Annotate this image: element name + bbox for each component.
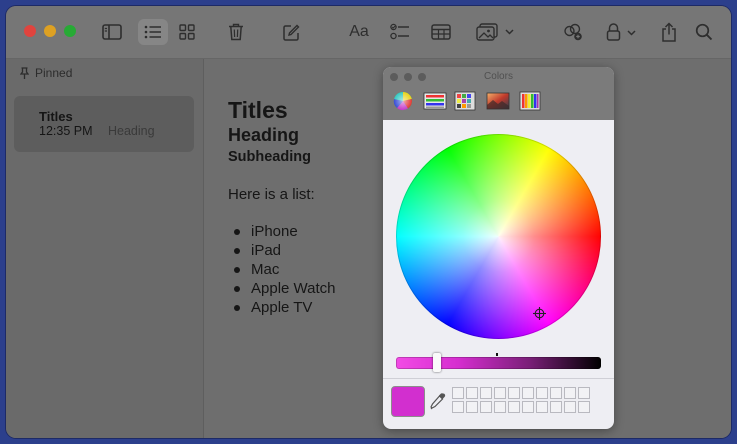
eyedropper-icon[interactable] <box>429 391 447 411</box>
gallery-view-icon <box>179 24 195 40</box>
gallery-view-button[interactable] <box>175 19 199 45</box>
pin-icon <box>20 67 29 79</box>
swatch-cell[interactable] <box>522 387 534 399</box>
pencils-tab[interactable] <box>519 91 541 111</box>
pinned-label: Pinned <box>35 66 73 80</box>
swatch-cell[interactable] <box>536 387 548 399</box>
image-palettes-tab[interactable] <box>486 91 510 111</box>
toolbar: Aa <box>6 6 731 59</box>
swatch-cell[interactable] <box>550 401 562 413</box>
close-window-button[interactable] <box>24 25 36 37</box>
swatch-cell[interactable] <box>508 387 520 399</box>
media-icon <box>476 23 514 41</box>
color-wheel[interactable] <box>396 134 601 339</box>
swatch-cell[interactable] <box>522 401 534 413</box>
swatch-cell[interactable] <box>578 387 590 399</box>
swatch-cell[interactable] <box>494 401 506 413</box>
color-swatch-grid <box>452 387 590 413</box>
colors-titlebar: Colors <box>383 67 614 120</box>
list-item[interactable]: iPhone <box>228 222 336 241</box>
list-item[interactable]: iPad <box>228 241 336 260</box>
media-button[interactable] <box>474 19 518 45</box>
swatch-cell[interactable] <box>466 401 478 413</box>
search-button[interactable] <box>692 19 716 45</box>
pencils-icon <box>519 91 541 111</box>
list-view-button[interactable] <box>138 19 168 45</box>
table-icon <box>431 24 451 40</box>
share-button[interactable] <box>657 19 681 45</box>
swatch-cell[interactable] <box>480 387 492 399</box>
note-title[interactable]: Titles <box>228 97 288 124</box>
delete-button[interactable] <box>224 19 248 45</box>
color-wheel-icon <box>393 91 413 111</box>
colors-panel: Colors <box>383 67 614 429</box>
table-button[interactable] <box>429 19 453 45</box>
sidebar-toggle-icon <box>102 24 122 40</box>
format-button[interactable]: Aa <box>345 19 373 45</box>
note-item-title: Titles <box>39 109 73 124</box>
list-item[interactable]: Mac <box>228 260 336 279</box>
swatch-cell[interactable] <box>494 387 506 399</box>
swatch-cell[interactable] <box>536 401 548 413</box>
swatch-cell[interactable] <box>578 401 590 413</box>
trash-icon <box>229 23 243 41</box>
swatch-cell[interactable] <box>550 387 562 399</box>
checklist-icon <box>390 23 409 40</box>
swatch-cell[interactable] <box>480 401 492 413</box>
note-heading[interactable]: Heading <box>228 125 299 146</box>
list-item[interactable]: Apple TV <box>228 298 336 317</box>
minimize-window-button[interactable] <box>44 25 56 37</box>
swatch-cell[interactable] <box>508 401 520 413</box>
notes-sidebar: Pinned Titles 12:35 PM Heading <box>6 59 204 438</box>
format-icon: Aa <box>349 23 369 40</box>
note-list-item[interactable]: Titles 12:35 PM Heading <box>14 96 194 152</box>
color-wheel-tab[interactable] <box>392 91 414 111</box>
search-icon <box>695 23 713 41</box>
bulleted-list: iPhone iPad Mac Apple Watch Apple TV <box>228 222 336 317</box>
swatch-cell[interactable] <box>564 387 576 399</box>
lock-icon <box>606 23 636 41</box>
compose-icon <box>282 24 299 41</box>
list-view-icon <box>144 25 161 39</box>
divider <box>383 378 614 379</box>
pinned-section-header: Pinned <box>20 66 72 80</box>
color-palettes-icon <box>454 91 476 111</box>
crosshair-icon[interactable] <box>533 307 546 320</box>
note-item-time: 12:35 PM <box>39 124 93 138</box>
colors-panel-title: Colors <box>484 71 513 82</box>
swatch-cell[interactable] <box>452 387 464 399</box>
new-note-button[interactable] <box>279 19 303 45</box>
notes-window: Aa Pinned Titles 12:35 PM Heading Titles… <box>6 6 731 438</box>
swatch-cell[interactable] <box>452 401 464 413</box>
brightness-slider-handle[interactable] <box>433 353 441 372</box>
zoom-window-button[interactable] <box>64 25 76 37</box>
lock-button[interactable] <box>604 19 640 45</box>
note-body-text[interactable]: Here is a list: <box>228 186 315 203</box>
brightness-slider[interactable] <box>396 357 601 369</box>
collaborate-button[interactable] <box>561 19 585 45</box>
image-palettes-icon <box>486 92 510 110</box>
swatch-cell[interactable] <box>564 401 576 413</box>
note-subheading[interactable]: Subheading <box>228 149 311 165</box>
note-item-preview: Heading <box>108 124 155 138</box>
color-sliders-icon <box>423 92 447 110</box>
checklist-button[interactable] <box>388 19 412 45</box>
swatch-cell[interactable] <box>466 387 478 399</box>
list-item[interactable]: Apple Watch <box>228 279 336 298</box>
slider-tick <box>496 353 498 356</box>
sidebar-toggle-button[interactable] <box>98 19 126 45</box>
collaborate-icon <box>564 23 582 41</box>
color-sliders-tab[interactable] <box>423 91 447 111</box>
color-palettes-tab[interactable] <box>454 91 476 111</box>
share-icon <box>662 22 676 42</box>
current-color-swatch[interactable] <box>391 386 425 417</box>
